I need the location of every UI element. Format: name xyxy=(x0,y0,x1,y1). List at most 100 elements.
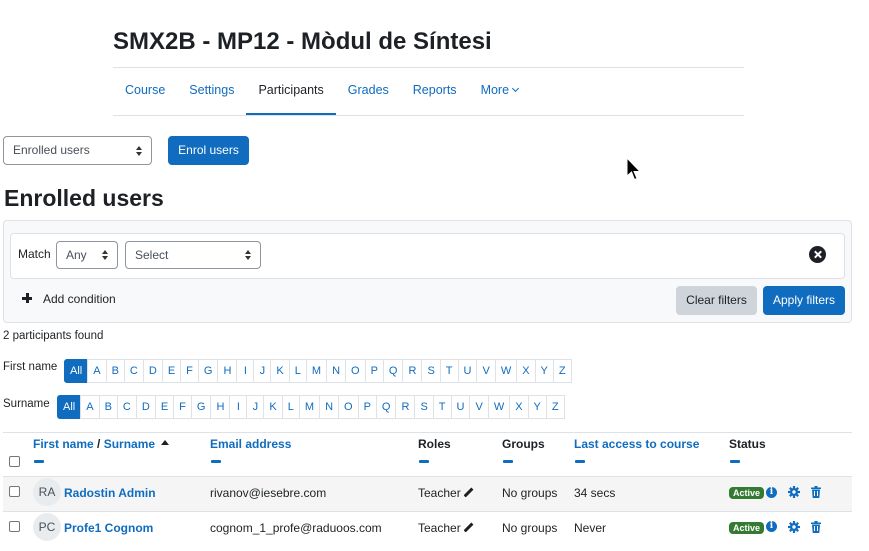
surname-initial-a[interactable]: A xyxy=(80,395,100,419)
surname-initial-l[interactable]: L xyxy=(281,395,300,419)
sort-first-name-link[interactable]: First name xyxy=(33,437,94,451)
remove-filter-row-icon[interactable] xyxy=(809,246,826,263)
firstname-initials-bar: All ABCDEFGHIJKLMNOPQRSTUVWXYZ xyxy=(64,359,572,383)
participant-name-link[interactable]: Profe1 Cognom xyxy=(64,521,153,535)
surname-initial-d[interactable]: D xyxy=(135,395,156,419)
apply-filters-button[interactable]: Apply filters xyxy=(763,286,845,315)
firstname-initial-p[interactable]: P xyxy=(364,359,384,383)
surname-initial-k[interactable]: K xyxy=(263,395,283,419)
row-select-checkbox[interactable] xyxy=(9,521,20,532)
surname-initial-m[interactable]: M xyxy=(298,395,321,419)
surname-initial-n[interactable]: N xyxy=(319,395,340,419)
surname-initial-f[interactable]: F xyxy=(173,395,192,419)
info-icon[interactable]: i xyxy=(766,521,777,532)
surname-initial-j[interactable]: J xyxy=(246,395,265,419)
surname-initial-h[interactable]: H xyxy=(210,395,231,419)
filter-type-select[interactable]: Select xyxy=(125,241,261,269)
surname-initial-t[interactable]: T xyxy=(432,395,452,419)
firstname-initial-v[interactable]: V xyxy=(476,359,496,383)
surname-initial-y[interactable]: Y xyxy=(527,395,547,419)
participant-last-access: Never xyxy=(574,521,607,535)
header-separator: / xyxy=(93,437,104,451)
enrol-users-button[interactable]: Enrol users xyxy=(168,136,249,165)
firstname-initial-c[interactable]: C xyxy=(123,359,144,383)
participant-name-link[interactable]: Radostin Admin xyxy=(64,486,156,500)
firstname-initial-x[interactable]: X xyxy=(516,359,536,383)
surname-initial-q[interactable]: Q xyxy=(375,395,397,419)
surname-initial-s[interactable]: S xyxy=(414,395,434,419)
tab-more[interactable]: More xyxy=(469,68,530,115)
firstname-initial-z[interactable]: Z xyxy=(552,359,572,383)
firstname-initial-d[interactable]: D xyxy=(142,359,163,383)
firstname-initial-e[interactable]: E xyxy=(161,359,182,383)
firstname-initial-all[interactable]: All xyxy=(64,359,89,383)
gear-icon[interactable] xyxy=(788,521,800,533)
collapse-status-column[interactable] xyxy=(730,460,740,463)
surname-initial-g[interactable]: G xyxy=(190,395,212,419)
select-caret-icon xyxy=(136,145,142,156)
firstname-initial-h[interactable]: H xyxy=(217,359,238,383)
tab-reports[interactable]: Reports xyxy=(401,68,469,115)
firstname-initial-m[interactable]: M xyxy=(305,359,328,383)
header-status: Status xyxy=(729,437,766,451)
collapse-groups-column[interactable] xyxy=(503,460,513,463)
tab-participants[interactable]: Participants xyxy=(246,68,336,115)
sort-surname-link[interactable]: Surname xyxy=(104,437,155,451)
sort-email-link[interactable]: Email address xyxy=(210,437,291,451)
firstname-initial-y[interactable]: Y xyxy=(534,359,554,383)
surname-initial-c[interactable]: C xyxy=(116,395,137,419)
firstname-initial-s[interactable]: S xyxy=(421,359,441,383)
trash-icon[interactable] xyxy=(811,486,821,498)
firstname-initial-i[interactable]: I xyxy=(236,359,255,383)
row-select-checkbox[interactable] xyxy=(9,486,20,497)
surname-initial-o[interactable]: O xyxy=(338,395,359,419)
surname-initial-b[interactable]: B xyxy=(98,395,118,419)
surname-initial-w[interactable]: W xyxy=(487,395,511,419)
firstname-initial-k[interactable]: K xyxy=(270,359,290,383)
firstname-initial-t[interactable]: T xyxy=(439,359,459,383)
tab-course[interactable]: Course xyxy=(113,68,177,115)
select-all-checkbox[interactable] xyxy=(9,456,20,467)
surname-initial-r[interactable]: R xyxy=(395,395,416,419)
tab-grades[interactable]: Grades xyxy=(336,68,401,115)
firstname-initial-g[interactable]: G xyxy=(197,359,219,383)
firstname-initial-a[interactable]: A xyxy=(87,359,107,383)
match-select[interactable]: Any xyxy=(56,241,118,269)
firstname-initial-o[interactable]: O xyxy=(345,359,366,383)
participants-page-select[interactable]: Enrolled users xyxy=(3,136,152,165)
table-top-border xyxy=(3,432,852,433)
surname-initial-z[interactable]: Z xyxy=(545,395,565,419)
clear-filters-button[interactable]: Clear filters xyxy=(676,286,757,315)
surname-initial-i[interactable]: I xyxy=(229,395,248,419)
firstname-initial-j[interactable]: J xyxy=(253,359,272,383)
trash-icon[interactable] xyxy=(811,521,821,533)
firstname-initial-b[interactable]: B xyxy=(105,359,125,383)
page-heading: Enrolled users xyxy=(4,185,164,211)
status-badge: Active xyxy=(729,487,765,499)
firstname-initial-w[interactable]: W xyxy=(494,359,518,383)
surname-initial-all[interactable]: All xyxy=(57,395,82,419)
collapse-last-access-column[interactable] xyxy=(575,460,585,463)
surname-initial-e[interactable]: E xyxy=(154,395,175,419)
collapse-roles-column[interactable] xyxy=(419,460,429,463)
surname-initial-v[interactable]: V xyxy=(469,395,489,419)
avatar: RA xyxy=(33,478,61,506)
gear-icon[interactable] xyxy=(788,486,800,498)
sort-last-access-link[interactable]: Last access to course xyxy=(574,437,699,451)
add-condition-button[interactable]: Add condition xyxy=(22,292,116,306)
collapse-name-column[interactable] xyxy=(34,460,44,463)
firstname-initial-u[interactable]: U xyxy=(457,359,478,383)
surname-initials-bar: All ABCDEFGHIJKLMNOPQRSTUVWXYZ xyxy=(57,395,565,419)
firstname-initial-q[interactable]: Q xyxy=(382,359,404,383)
firstname-initial-l[interactable]: L xyxy=(288,359,307,383)
surname-initial-p[interactable]: P xyxy=(357,395,377,419)
firstname-initial-n[interactable]: N xyxy=(326,359,347,383)
info-icon[interactable]: i xyxy=(766,487,777,498)
tab-settings[interactable]: Settings xyxy=(177,68,246,115)
surname-initial-u[interactable]: U xyxy=(450,395,471,419)
filter-type-select-value: Select xyxy=(135,248,169,262)
firstname-initial-r[interactable]: R xyxy=(402,359,423,383)
collapse-email-column[interactable] xyxy=(211,460,221,463)
surname-initial-x[interactable]: X xyxy=(509,395,529,419)
firstname-initial-f[interactable]: F xyxy=(180,359,199,383)
